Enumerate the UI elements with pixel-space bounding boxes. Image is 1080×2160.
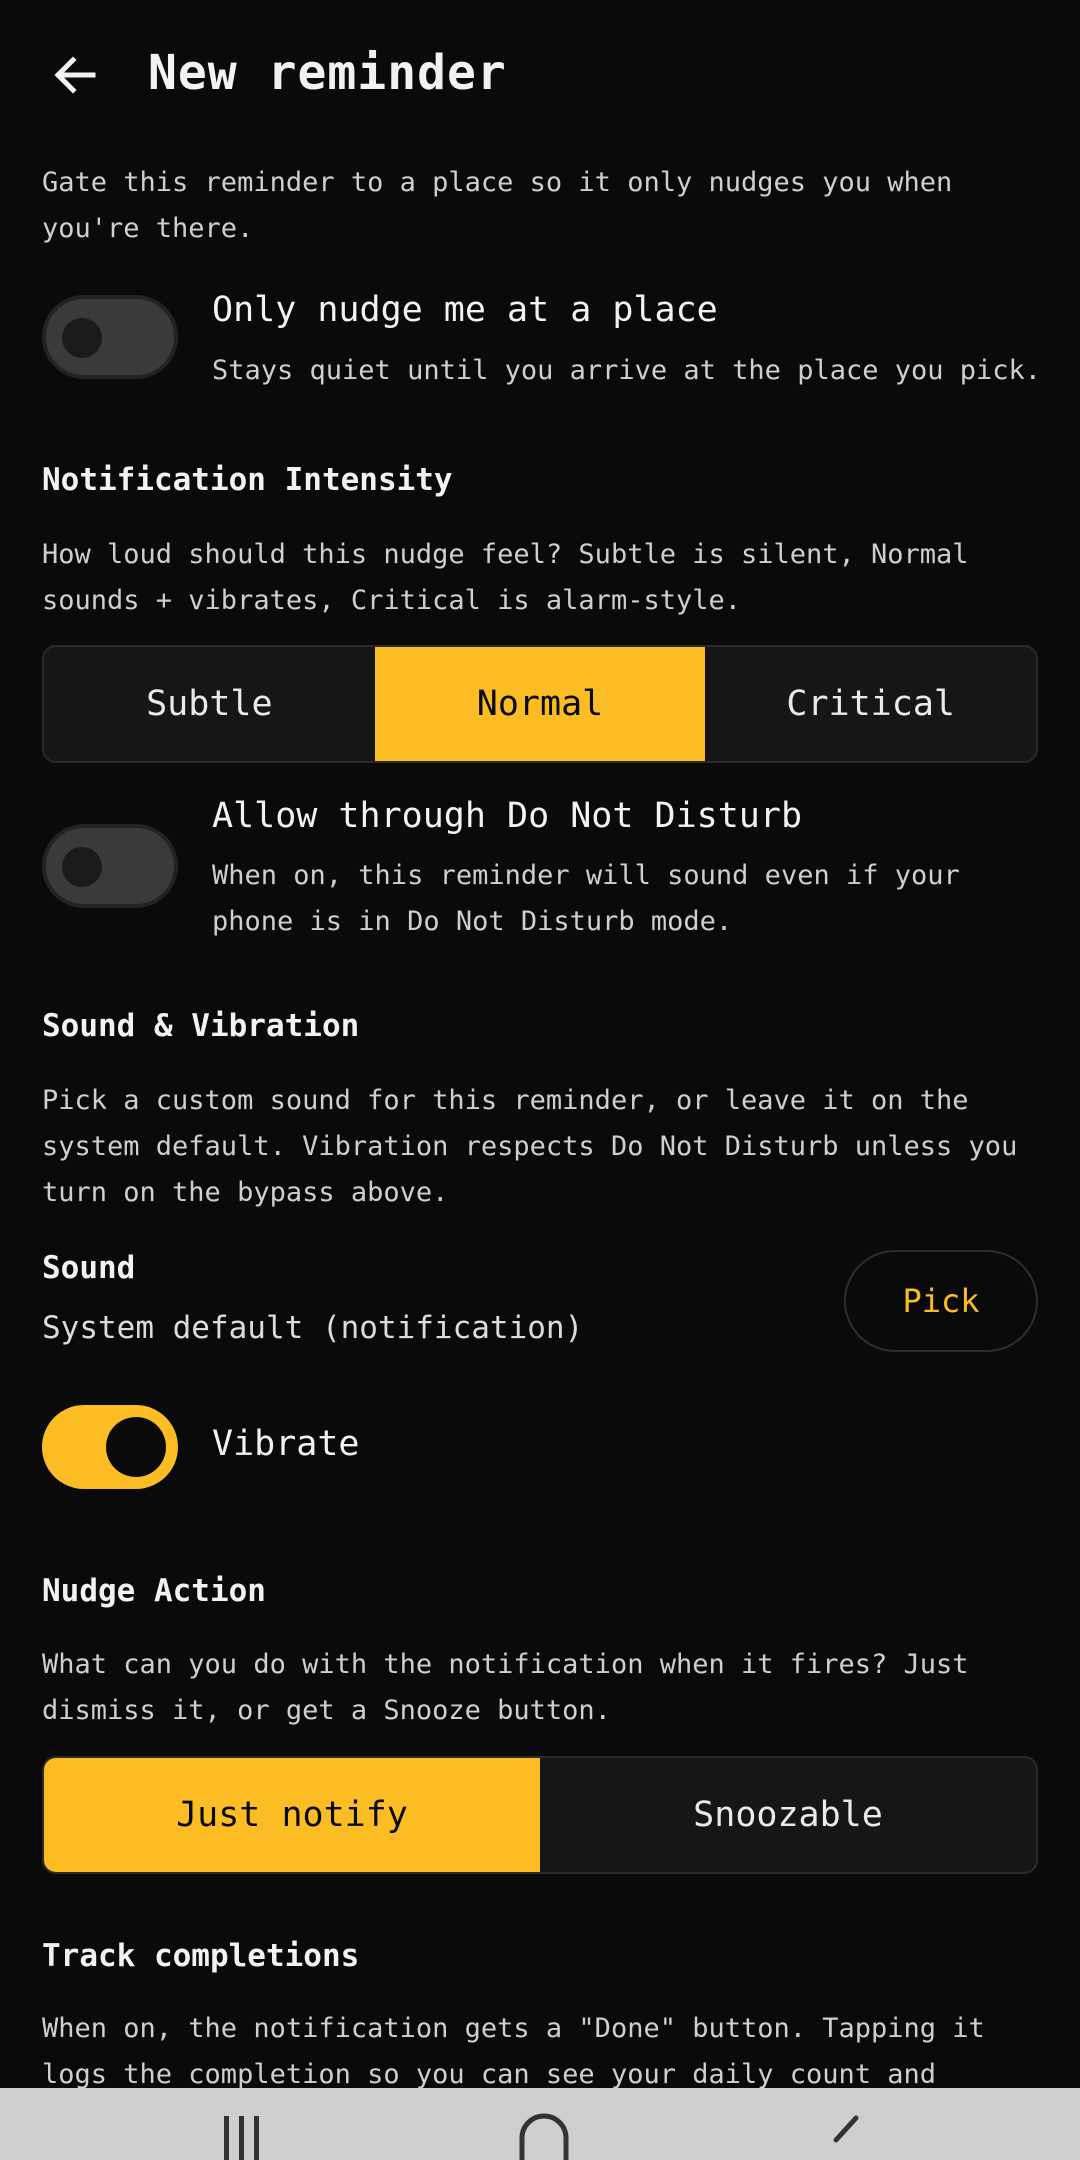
toggle-knob bbox=[62, 318, 102, 358]
place-toggle[interactable] bbox=[42, 295, 178, 379]
place-description: Gate this reminder to a place so it only… bbox=[42, 167, 953, 244]
place-toggle-title: Only nudge me at a place bbox=[212, 290, 718, 330]
sound-heading: Sound & Vibration bbox=[42, 1008, 360, 1044]
intensity-option-critical[interactable]: Critical bbox=[705, 647, 1036, 761]
nudge-option-snoozable[interactable]: Snoozable bbox=[540, 1758, 1036, 1872]
intensity-selector: Subtle Normal Critical bbox=[42, 645, 1038, 763]
dnd-toggle[interactable] bbox=[42, 824, 178, 908]
back-button[interactable] bbox=[40, 40, 110, 110]
nudge-action-description: What can you do with the notification wh… bbox=[42, 1649, 969, 1726]
intensity-option-normal[interactable]: Normal bbox=[374, 647, 706, 761]
dnd-toggle-subtitle: When on, this reminder will sound even i… bbox=[212, 860, 960, 937]
intensity-option-subtle[interactable]: Subtle bbox=[44, 647, 375, 761]
vibrate-label: Vibrate bbox=[212, 1424, 360, 1464]
place-toggle-subtitle: Stays quiet until you arrive at the plac… bbox=[212, 355, 1042, 386]
intensity-description: How loud should this nudge feel? Subtle … bbox=[42, 539, 969, 616]
page-title: New reminder bbox=[148, 45, 507, 101]
toggle-knob bbox=[62, 847, 102, 887]
recents-button[interactable] bbox=[202, 2110, 282, 2160]
nudge-action-heading: Nudge Action bbox=[42, 1573, 266, 1609]
sound-value: System default (notification) bbox=[42, 1310, 584, 1346]
system-nav-bar bbox=[0, 2088, 1080, 2160]
nudge-option-just-notify[interactable]: Just notify bbox=[44, 1758, 540, 1872]
recents-icon bbox=[224, 2116, 259, 2160]
app-bar: New reminder bbox=[0, 0, 1080, 150]
intensity-heading: Notification Intensity bbox=[42, 462, 453, 498]
track-heading: Track completions bbox=[42, 1938, 360, 1974]
home-icon bbox=[519, 2113, 569, 2160]
toggle-knob bbox=[106, 1417, 166, 1477]
pick-sound-button[interactable]: Pick bbox=[844, 1250, 1038, 1352]
system-back-button[interactable] bbox=[806, 2110, 886, 2160]
arrow-left-icon bbox=[54, 56, 96, 94]
home-button[interactable] bbox=[504, 2110, 584, 2160]
nudge-action-selector: Just notify Snoozable bbox=[42, 1756, 1038, 1874]
dnd-toggle-title: Allow through Do Not Disturb bbox=[212, 796, 803, 836]
sound-description: Pick a custom sound for this reminder, o… bbox=[42, 1085, 1018, 1208]
new-reminder-screen: New reminder Gate this reminder to a pla… bbox=[0, 0, 1080, 2160]
vibrate-toggle[interactable] bbox=[42, 1405, 178, 1489]
back-chevron-icon bbox=[833, 2115, 859, 2143]
sound-label: Sound bbox=[42, 1250, 136, 1286]
